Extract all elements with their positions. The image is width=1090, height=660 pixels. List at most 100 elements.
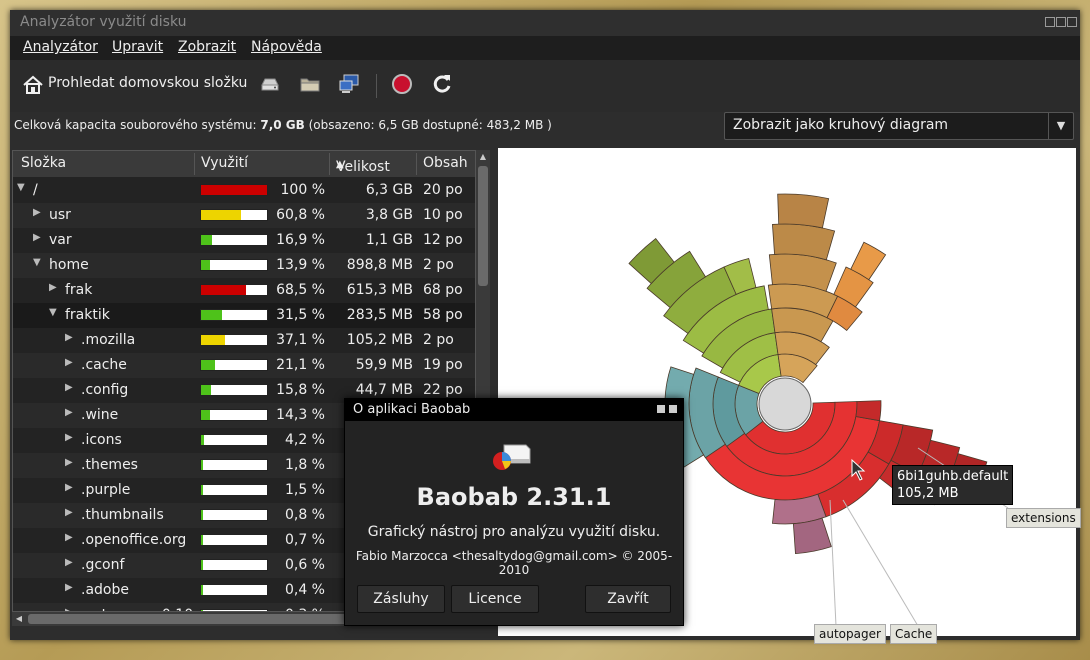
column-contents[interactable]: Obsah [423,155,468,171]
menu-analyzator[interactable]: Analyzátor [23,39,98,55]
dialog-maximize-icon[interactable] [657,405,665,413]
tooltip-folder-size: 105,2 MB [897,486,959,501]
table-row[interactable]: ▶ .cache 21,1 % 59,9 MB 19 po [13,353,475,378]
sort-ascending-icon: ▲ [336,159,344,170]
row-contents: 58 po [423,307,463,323]
row-usage-percent: 15,8 % [276,382,325,398]
expander-collapsed-icon[interactable]: ▶ [65,382,73,393]
table-row[interactable]: ▶ frak 68,5 % 615,3 MB 68 po [13,278,475,303]
dialog-title-bar[interactable]: O aplikaci Baobab [345,399,683,421]
row-folder-name: / [33,182,38,198]
stop-button[interactable] [390,72,416,98]
expander-collapsed-icon[interactable]: ▶ [65,332,73,343]
row-usage-percent: 68,5 % [276,282,325,298]
table-row[interactable]: ▼ fraktik 31,5 % 283,5 MB 58 po [13,303,475,328]
home-icon [23,75,43,94]
expander-collapsed-icon[interactable]: ▶ [65,482,73,493]
expander-collapsed-icon[interactable]: ▶ [65,532,73,543]
minimize-icon[interactable] [1045,17,1055,27]
usage-bar-fill [201,535,203,545]
scan-home-button[interactable]: Prohledat domovskou složku [20,72,248,98]
usage-bar [200,359,268,371]
chevron-down-icon[interactable]: ▼ [1048,113,1073,139]
menu-napoveda[interactable]: Nápověda [251,39,322,55]
scroll-thumb[interactable] [478,166,488,286]
scan-filesystem-button[interactable] [258,72,284,98]
expander-collapsed-icon[interactable]: ▶ [65,507,73,518]
expander-collapsed-icon[interactable]: ▶ [33,232,41,243]
row-folder-name: .openoffice.org [81,532,187,548]
table-row[interactable]: ▼ / 100 % 6,3 GB 20 po [13,178,475,203]
usage-bar-fill [201,585,203,595]
expander-expanded-icon[interactable]: ▼ [49,307,57,318]
usage-bar [200,459,268,471]
expander-collapsed-icon[interactable]: ▶ [65,407,73,418]
scan-folder-button[interactable] [298,72,324,98]
expander-expanded-icon[interactable]: ▼ [17,182,25,193]
menu-upravit[interactable]: Upravit [112,39,163,55]
table-row[interactable]: ▼ home 13,9 % 898,8 MB 2 po [13,253,475,278]
expander-collapsed-icon[interactable]: ▶ [33,207,41,218]
expander-collapsed-icon[interactable]: ▶ [65,457,73,468]
title-bar[interactable]: Analyzátor využití disku [10,10,1080,36]
expander-expanded-icon[interactable]: ▼ [33,257,41,268]
window-title: Analyzátor využití disku [20,14,187,30]
usage-bar-fill [201,510,203,520]
expander-collapsed-icon[interactable]: ▶ [65,357,73,368]
folder-icon [300,78,320,92]
row-folder-name: .cache [81,357,127,373]
row-usage-percent: 0,6 % [284,557,325,573]
row-usage-percent: 100 % [280,182,325,198]
column-folder[interactable]: Složka [21,155,66,171]
row-folder-name: var [49,232,72,248]
usage-bar [200,284,268,296]
table-row[interactable]: ▶ usr 60,8 % 3,8 GB 10 po [13,203,475,228]
network-icon [339,74,359,93]
scroll-up-icon[interactable]: ▲ [476,150,490,164]
expander-collapsed-icon[interactable]: ▶ [49,282,57,293]
close-icon[interactable] [1067,17,1077,27]
usage-bar-fill [201,460,203,470]
ring-center[interactable] [758,377,812,431]
usage-bar [200,584,268,596]
usage-bar [200,184,268,196]
row-contents: 10 po [423,207,463,223]
close-button[interactable]: Zavřít [585,585,671,613]
credits-button[interactable]: Zásluhy [357,585,445,613]
ring-segment[interactable] [792,517,832,555]
row-folder-name: .gconf [81,557,125,573]
expander-collapsed-icon[interactable]: ▶ [65,557,73,568]
usage-bar [200,434,268,446]
row-folder-name: .mozilla [81,332,136,348]
usage-bar-fill [201,485,203,495]
row-usage-percent: 1,5 % [284,482,325,498]
expander-collapsed-icon[interactable]: ▶ [65,432,73,443]
row-contents: 2 po [423,332,454,348]
row-size: 44,7 MB [355,382,413,398]
usage-bar [200,384,268,396]
dialog-close-icon[interactable] [669,405,677,413]
row-folder-name: .config [81,382,129,398]
menu-zobrazit[interactable]: Zobrazit [178,39,236,55]
row-size: 615,3 MB [346,282,413,298]
row-usage-percent: 13,9 % [276,257,325,273]
table-row[interactable]: ▶ var 16,9 % 1,1 GB 12 po [13,228,475,253]
refresh-button[interactable] [430,72,456,98]
usage-bar-fill [201,185,267,195]
table-row[interactable]: ▶ .mozilla 37,1 % 105,2 MB 2 po [13,328,475,353]
usage-bar [200,259,268,271]
scan-remote-button[interactable] [338,72,364,98]
view-mode-combo[interactable]: Zobrazit jako kruhový diagram ▼ [724,112,1074,140]
row-folder-name: .adobe [81,582,129,598]
scroll-left-icon[interactable]: ◀ [12,612,26,626]
chart-label-extensions: extensions [1006,508,1081,528]
toolbar: Prohledat domovskou složku [10,60,1080,112]
menu-bar: Analyzátor Upravit Zobrazit Nápověda [10,36,1080,60]
usage-bar-fill [201,560,203,570]
ring-segment[interactable] [777,193,830,229]
license-button[interactable]: Licence [451,585,539,613]
row-contents: 2 po [423,257,454,273]
maximize-icon[interactable] [1056,17,1066,27]
expander-collapsed-icon[interactable]: ▶ [65,582,73,593]
column-usage[interactable]: Využití [201,155,248,171]
